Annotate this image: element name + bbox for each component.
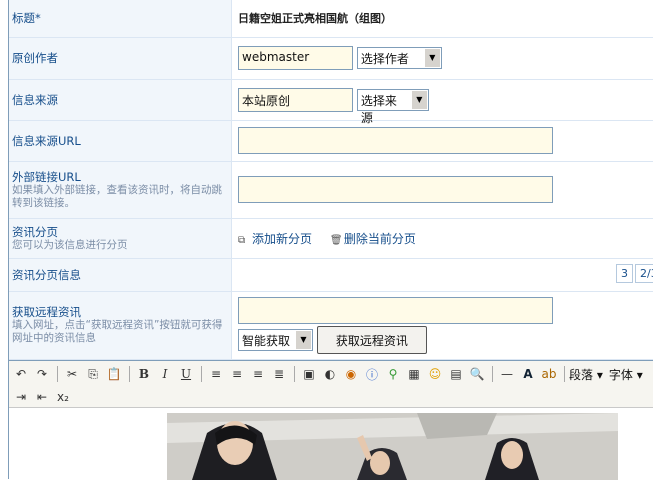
link-icon[interactable]: ⚲ [383, 364, 403, 384]
source-input[interactable]: 本站原创 [238, 87, 353, 112]
page-list: 32/3 [616, 263, 653, 283]
source-url-label: 信息来源URL [12, 133, 81, 148]
author-select-value: 选择作者 [360, 52, 409, 66]
source-select[interactable]: 选择来源 ▼ [356, 88, 429, 125]
source-label: 信息来源 [12, 92, 58, 107]
page-item[interactable]: 3 [616, 263, 633, 283]
highlight-icon[interactable]: ab [539, 364, 559, 384]
text-color-icon[interactable]: A [518, 364, 538, 384]
page-item[interactable]: 2/3 [635, 263, 653, 283]
align-center-icon[interactable]: ≡ [227, 364, 247, 384]
align-left-icon[interactable]: ≡ [206, 364, 226, 384]
title-value: 日籍空姐正式亮相国航（组图） [238, 12, 392, 26]
chevron-down-icon: ▼ [410, 90, 427, 109]
redo-icon[interactable]: ↷ [32, 364, 52, 384]
subscript-icon[interactable]: x₂ [53, 387, 73, 407]
hr-icon[interactable]: — [497, 364, 517, 384]
row-external-url: 外部链接URL 如果填入外部链接，查看该资讯时，将自动跳转到该链接。 [9, 161, 653, 219]
article-form: 标题* 日籍空姐正式亮相国航（组图） 原创作者 webmaster 选择作者 ▼ … [9, 0, 653, 360]
justify-icon[interactable]: ≣ [269, 364, 289, 384]
editor-content[interactable] [9, 408, 653, 480]
editor-toolbar: ↶ ↷ ✂ ⎘ 📋 B I U ≡ ≡ ≡ ≣ ▣ ◐ ◉ ⓘ ⚲ ▦ ☺ ▤ … [9, 361, 653, 408]
font-dropdown[interactable]: 字体 ▾ [609, 366, 643, 383]
delete-page-text: 删除当前分页 [343, 231, 416, 246]
info-icon[interactable]: ⓘ [362, 364, 382, 384]
toolbar-row-2: ⇥ ⇤ x₂ [11, 386, 74, 408]
cut-icon[interactable]: ✂ [62, 364, 82, 384]
author-label: 原创作者 [12, 51, 58, 65]
remote-mode-value: 智能获取 [242, 333, 291, 348]
media-icon[interactable]: ◉ [341, 364, 361, 384]
rich-text-editor: ↶ ↷ ✂ ⎘ 📋 B I U ≡ ≡ ≡ ≣ ▣ ◐ ◉ ⓘ ⚲ ▦ ☺ ▤ … [9, 360, 653, 480]
title-label: 标题* [12, 11, 41, 26]
flash-icon[interactable]: ◐ [320, 364, 340, 384]
table-icon[interactable]: ▦ [404, 364, 424, 384]
add-page-icon: ⧉ [238, 234, 246, 246]
caret-down-icon: ▾ [632, 367, 643, 382]
row-source-url: 信息来源URL [9, 120, 653, 162]
toolbar-row-1: ↶ ↷ ✂ ⎘ 📋 B I U ≡ ≡ ≡ ≣ ▣ ◐ ◉ ⓘ ⚲ ▦ ☺ ▤ … [11, 363, 649, 385]
separator [57, 366, 58, 382]
paste-icon[interactable]: 📋 [104, 364, 124, 384]
author-input[interactable]: webmaster [238, 46, 353, 70]
underline-icon[interactable]: U [176, 364, 196, 384]
add-page-text: 添加新分页 [252, 231, 313, 246]
row-source: 信息来源 本站原创 选择来源 ▼ [9, 79, 653, 125]
page-info-label: 资讯分页信息 [12, 267, 81, 282]
template-icon[interactable]: ▤ [446, 364, 466, 384]
align-right-icon[interactable]: ≡ [248, 364, 268, 384]
row-author: 原创作者 webmaster 选择作者 ▼ [9, 37, 653, 80]
author-select[interactable]: 选择作者 ▼ [356, 47, 442, 69]
fetch-remote-button[interactable]: 获取远程资讯 [316, 325, 427, 354]
smiley-icon[interactable]: ☺ [425, 364, 445, 384]
separator [294, 366, 295, 382]
row-page-info: 资讯分页信息 32/3 [9, 258, 653, 292]
separator [564, 366, 565, 382]
indent-icon[interactable]: ⇥ [11, 387, 31, 407]
trash-icon: 🗑 [329, 234, 343, 246]
remote-mode-select[interactable]: 智能获取 ▼ [238, 328, 313, 351]
pagination-label: 资讯分页 [12, 224, 58, 239]
row-pagination: 资讯分页 您可以为该信息进行分页 ⧉ 添加新分页 🗑删除当前分页 [9, 218, 653, 259]
article-photo [167, 413, 618, 480]
remote-hint: 填入网址，点击“获取远程资讯”按钮就可获得网址中的资讯信息 [12, 319, 223, 344]
row-title: 标题* 日籍空姐正式亮相国航（组图） [9, 0, 653, 38]
image-icon[interactable]: ▣ [299, 364, 319, 384]
paragraph-label: 段落 [569, 367, 594, 382]
remote-url-input[interactable] [238, 296, 553, 324]
source-url-input[interactable] [238, 127, 553, 154]
caret-down-icon: ▾ [593, 367, 603, 382]
external-url-label: 外部链接URL [12, 169, 81, 184]
chevron-down-icon: ▼ [295, 330, 311, 349]
italic-icon[interactable]: I [155, 364, 175, 384]
chevron-down-icon: ▼ [423, 49, 440, 67]
outdent-icon[interactable]: ⇤ [32, 387, 52, 407]
font-label: 字体 [608, 367, 633, 382]
delete-page-link[interactable]: 🗑删除当前分页 [330, 232, 416, 246]
separator [492, 366, 493, 382]
bold-icon[interactable]: B [134, 364, 154, 384]
paragraph-dropdown[interactable]: 段落 ▾ [569, 366, 603, 383]
page: 标题* 日籍空姐正式亮相国航（组图） 原创作者 webmaster 选择作者 ▼ … [0, 0, 653, 480]
add-page-link[interactable]: ⧉ 添加新分页 [238, 232, 312, 246]
zoom-icon[interactable]: 🔍 [467, 364, 487, 384]
separator [129, 366, 130, 382]
undo-icon[interactable]: ↶ [11, 364, 31, 384]
photo-graphic [167, 413, 618, 480]
external-url-input[interactable] [238, 176, 553, 203]
row-remote: 获取远程资讯 填入网址，点击“获取远程资讯”按钮就可获得网址中的资讯信息 智能获… [9, 291, 653, 360]
external-url-hint: 如果填入外部链接，查看该资讯时，将自动跳转到该链接。 [12, 183, 222, 209]
copy-icon[interactable]: ⎘ [83, 364, 103, 384]
separator [201, 366, 202, 382]
remote-label: 获取远程资讯 [12, 305, 81, 319]
pagination-hint: 您可以为该信息进行分页 [12, 238, 128, 251]
